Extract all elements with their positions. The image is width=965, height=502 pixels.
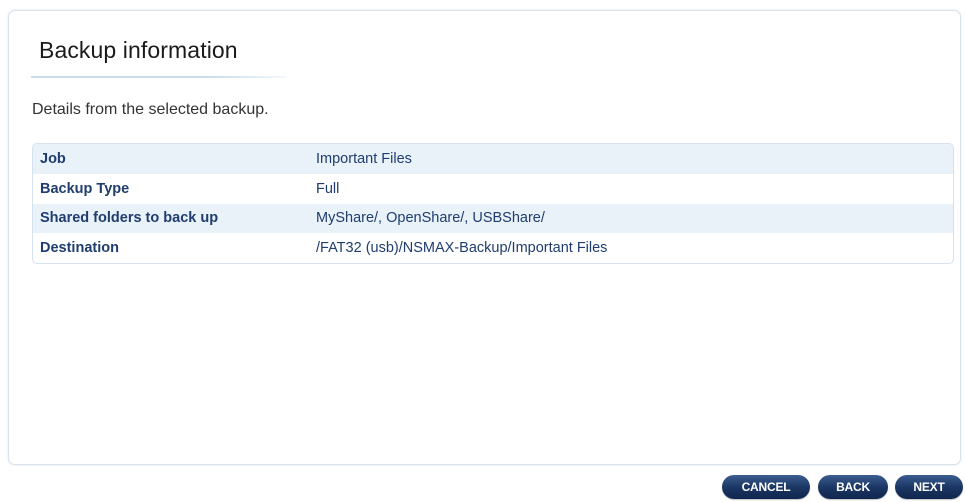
row-value-job: Important Files: [316, 150, 412, 167]
page-title: Backup information: [39, 37, 238, 63]
row-value-destination: /FAT32 (usb)/NSMAX-Backup/Important File…: [316, 240, 608, 257]
row-label-destination: Destination: [40, 240, 119, 257]
table-row: Destination /FAT32 (usb)/NSMAX-Backup/Im…: [33, 233, 953, 263]
row-label-shared-folders: Shared folders to back up: [40, 210, 219, 227]
backup-info-panel: Backup information Details from the sele…: [8, 10, 961, 465]
row-label-backup-type: Backup Type: [40, 180, 130, 197]
next-button[interactable]: NEXT: [895, 475, 963, 499]
cancel-button[interactable]: CANCEL: [722, 475, 810, 499]
row-value-backup-type: Full: [316, 180, 340, 197]
backup-details-table: Job Important Files Backup Type Full Sha…: [32, 143, 954, 264]
table-row: Shared folders to back up MyShare/, Open…: [33, 203, 953, 234]
title-underline: [31, 76, 287, 78]
table-row: Backup Type Full: [33, 174, 953, 204]
page-subtitle: Details from the selected backup.: [32, 101, 269, 118]
row-value-shared-folders: MyShare/, OpenShare/, USBShare/: [316, 210, 545, 227]
table-row: Job Important Files: [33, 144, 953, 174]
back-button[interactable]: BACK: [818, 475, 888, 499]
row-label-job: Job: [40, 150, 66, 167]
